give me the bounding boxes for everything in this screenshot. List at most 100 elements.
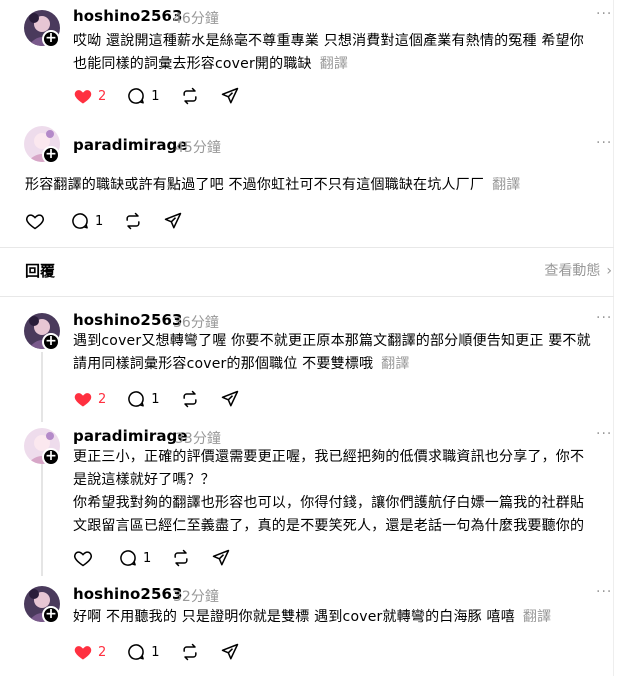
heart-icon — [74, 646, 92, 660]
text-line: 遇到cover又想轉彎了喔 你要不就更正原本那篇文翻譯的部分順便告知更正 要不就 — [73, 333, 591, 349]
share-button[interactable] — [211, 548, 231, 568]
translate-link[interactable]: 翻譯 — [381, 356, 409, 372]
comment-button[interactable]: 1 — [126, 389, 160, 409]
comment-icon — [120, 550, 136, 566]
repost-icon — [174, 549, 188, 567]
text-line: 請用同樣詞彙形容cover的那個職位 不要雙標哦 — [73, 356, 374, 372]
heart-icon — [74, 90, 92, 104]
comment-count: 1 — [151, 644, 160, 660]
view-activity-label: 查看動態 — [544, 263, 601, 279]
like-button[interactable] — [25, 211, 50, 231]
comment-count: 1 — [143, 550, 152, 566]
comment-count: 1 — [151, 88, 160, 104]
share-icon — [221, 390, 238, 407]
repost-icon — [182, 390, 197, 408]
timestamp: 32分鐘 — [173, 589, 219, 605]
follow-plus-icon[interactable]: + — [42, 333, 60, 351]
post-text: 形容翻譯的職缺或許有點過了吧 不過你虹社可不只有這個職缺在坑人厂厂 翻譯 — [25, 174, 610, 197]
action-bar: 2 1 — [73, 640, 260, 664]
repost-icon — [182, 87, 197, 105]
comment-icon — [128, 88, 145, 104]
chevron-right-icon: › — [606, 263, 612, 279]
share-button[interactable] — [220, 642, 240, 662]
post-text: 更正三小，正確的評價還需要更正喔，我已經把夠的低價求職資訊也分享了，你不 是說這… — [73, 446, 613, 538]
timestamp: 45分鐘 — [175, 140, 221, 156]
follow-plus-icon[interactable]: + — [42, 606, 60, 624]
follow-plus-icon[interactable]: + — [42, 448, 60, 466]
post-text: 好啊 不用聽我的 只是證明你就是雙標 遇到cover就轉彎的白海豚 嘻嘻 翻譯 — [73, 606, 613, 629]
username[interactable]: paradimirage — [73, 427, 188, 445]
translate-link[interactable]: 翻譯 — [492, 177, 520, 193]
comment-button[interactable]: 1 — [118, 548, 151, 568]
follow-plus-icon[interactable]: + — [42, 30, 60, 48]
post: + hoshino2563 32分鐘 ··· 好啊 不用聽我的 只是證明你就是雙… — [0, 576, 614, 676]
more-icon[interactable]: ··· — [596, 310, 612, 326]
like-button[interactable] — [73, 548, 98, 568]
heart-icon — [74, 551, 92, 567]
comment-button[interactable]: 1 — [126, 642, 160, 662]
comment-count: 1 — [95, 213, 104, 229]
text-line: 好啊 不用聽我的 只是證明你就是雙標 遇到cover就轉彎的白海豚 嘻嘻 — [73, 609, 515, 625]
like-button[interactable]: 2 — [73, 389, 106, 409]
text-line: 形容翻譯的職缺或許有點過了吧 不過你虹社可不只有這個職缺在坑人厂厂 — [25, 177, 485, 193]
repost-button[interactable] — [180, 642, 200, 662]
like-count: 2 — [98, 88, 107, 104]
repost-button[interactable] — [171, 548, 191, 568]
repost-icon — [126, 212, 140, 230]
timestamp: 36分鐘 — [173, 315, 219, 331]
translate-link[interactable]: 翻譯 — [523, 609, 551, 625]
repost-button[interactable] — [180, 86, 200, 106]
username[interactable]: paradimirage — [73, 136, 188, 154]
translate-link[interactable]: 翻譯 — [320, 56, 348, 72]
action-bar: 1 — [73, 546, 251, 570]
post: + paradimirage 45分鐘 ··· 形容翻譯的職缺或許有點過了吧 不… — [0, 115, 614, 247]
action-bar: 2 1 — [73, 387, 260, 411]
timestamp: 46分鐘 — [173, 11, 219, 27]
username[interactable]: hoshino2563 — [73, 7, 183, 25]
share-button[interactable] — [163, 211, 183, 231]
more-icon[interactable]: ··· — [596, 6, 612, 22]
text-line: 你希望我對夠的翻譯也形容也可以，你得付錢，讓你們護航仔白嫖一篇我的社群貼 — [73, 495, 585, 511]
like-count: 2 — [98, 644, 107, 660]
comment-icon — [128, 644, 145, 660]
share-icon — [221, 643, 238, 660]
post: + paradimirage 33分鐘 ··· 更正三小，正確的評價還需要更正喔… — [0, 422, 614, 576]
comment-count: 1 — [151, 391, 160, 407]
text-line: 也能同樣的詞彙去形容cover開的職缺 — [73, 56, 312, 72]
share-icon — [221, 87, 238, 104]
action-bar: 1 — [25, 209, 203, 233]
timestamp: 33分鐘 — [175, 431, 221, 447]
share-button[interactable] — [220, 86, 240, 106]
like-button[interactable]: 2 — [73, 642, 106, 662]
comment-button[interactable]: 1 — [70, 211, 103, 231]
comment-icon — [128, 391, 145, 407]
post-text: 哎呦 還說開這種薪水是絲毫不尊重專業 只想消費對這個產業有熱情的冤種 希望你 也… — [73, 30, 613, 76]
text-line: 是說這樣就好了嗎？？ — [73, 472, 215, 488]
follow-plus-icon[interactable]: + — [42, 146, 60, 164]
repost-button[interactable] — [123, 211, 143, 231]
replies-title: 回覆 — [25, 262, 56, 280]
post-text: 遇到cover又想轉彎了喔 你要不就更正原本那篇文翻譯的部分順便告知更正 要不就… — [73, 330, 613, 376]
comment-button[interactable]: 1 — [126, 86, 160, 106]
heart-icon — [74, 393, 92, 407]
like-button[interactable]: 2 — [73, 86, 106, 106]
username[interactable]: hoshino2563 — [73, 311, 183, 329]
like-count: 2 — [98, 391, 107, 407]
post: + hoshino2563 46分鐘 ··· 哎呦 還說開這種薪水是絲毫不尊重專… — [0, 0, 614, 115]
replies-header: 回覆 查看動態 › — [0, 248, 614, 296]
view-activity-link[interactable]: 查看動態 › — [544, 260, 612, 280]
comment-icon — [72, 213, 88, 229]
text-line: 文跟留言區已經仁至義盡了，真的是不要笑死人，還是老話一句為什麼我要聽你的 — [73, 518, 585, 534]
action-bar: 2 1 — [73, 84, 260, 108]
username[interactable]: hoshino2563 — [73, 585, 183, 603]
share-icon — [165, 212, 182, 229]
repost-button[interactable] — [180, 389, 200, 409]
share-button[interactable] — [220, 389, 240, 409]
repost-icon — [182, 643, 197, 661]
post: + hoshino2563 36分鐘 ··· 遇到cover又想轉彎了喔 你要不… — [0, 297, 614, 422]
more-icon[interactable]: ··· — [596, 426, 612, 442]
text-line: 更正三小，正確的評價還需要更正喔，我已經把夠的低價求職資訊也分享了，你不 — [73, 449, 585, 465]
heart-icon — [26, 214, 44, 230]
more-icon[interactable]: ··· — [596, 135, 612, 151]
more-icon[interactable]: ··· — [596, 584, 612, 600]
